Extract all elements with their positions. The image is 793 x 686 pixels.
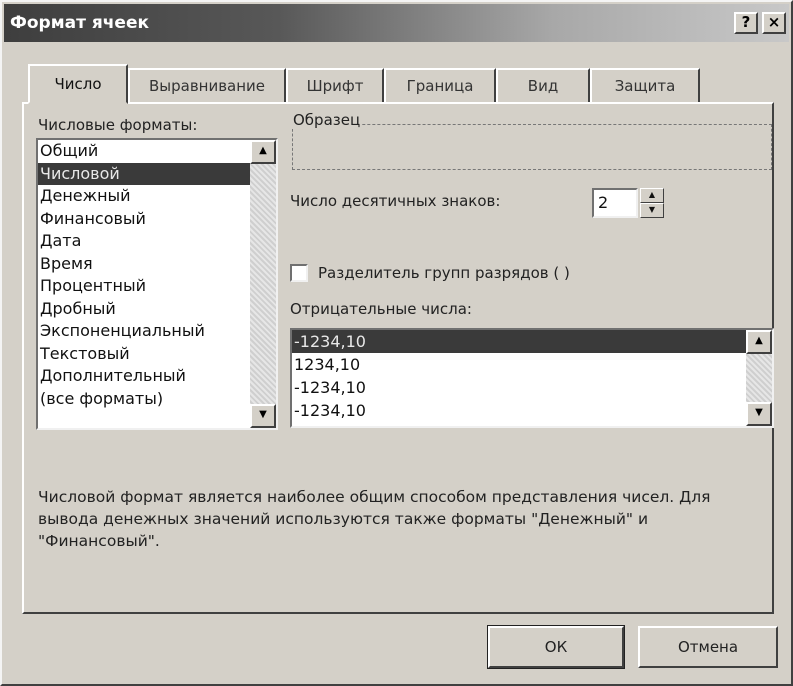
scroll-down-icon[interactable]: ▼ <box>250 404 276 428</box>
list-item[interactable]: 1234,10 <box>292 353 772 376</box>
cancel-button[interactable]: Отмена <box>638 626 778 668</box>
list-item[interactable]: -1234,10 <box>292 376 772 399</box>
ok-button[interactable]: ОК <box>487 625 625 669</box>
window-title: Формат ячеек <box>10 13 150 33</box>
decimals-input[interactable]: 2 <box>592 188 638 218</box>
sample-group: Образец <box>291 111 772 170</box>
negative-label: Отрицательные числа: <box>290 300 472 318</box>
tab-number[interactable]: Число <box>28 64 128 104</box>
negative-list[interactable]: -1234,10 1234,10 -1234,10 -1234,10 ▲ ▼ <box>290 328 774 428</box>
list-item[interactable]: Процентный <box>38 275 276 298</box>
tab-alignment[interactable]: Выравнивание <box>128 68 286 102</box>
list-item[interactable]: Числовой <box>38 162 276 185</box>
title-bar: Формат ячеек ? × <box>4 4 789 42</box>
format-description: Числовой формат является наиболее общим … <box>38 488 711 550</box>
close-button[interactable]: × <box>762 12 786 34</box>
formats-label: Числовые форматы: <box>38 116 198 134</box>
list-item[interactable]: Денежный <box>38 185 276 208</box>
tab-font[interactable]: Шрифт <box>286 68 384 102</box>
separator-checkbox[interactable] <box>290 264 308 282</box>
help-button[interactable]: ? <box>734 12 758 34</box>
list-item[interactable]: Экспоненциальный <box>38 320 276 343</box>
list-item[interactable]: Общий <box>38 140 276 163</box>
list-item[interactable]: Дата <box>38 230 276 253</box>
list-item[interactable]: Текстовый <box>38 343 276 366</box>
sample-label: Образец <box>291 111 363 129</box>
scroll-down-icon[interactable]: ▼ <box>746 402 772 426</box>
list-item[interactable]: -1234,10 <box>292 330 772 353</box>
list-item[interactable]: -1234,10 <box>292 399 772 422</box>
tab-border[interactable]: Граница <box>384 68 496 102</box>
formats-list[interactable]: Общий Числовой Денежный Финансовый Дата Время… <box>36 138 278 430</box>
negative-scrollbar[interactable]: ▲ ▼ <box>746 330 772 426</box>
spin-up-icon[interactable]: ▲ <box>640 188 664 203</box>
list-item[interactable]: Время <box>38 253 276 276</box>
list-item[interactable]: (все форматы) <box>38 388 276 411</box>
list-item[interactable]: Дополнительный <box>38 365 276 388</box>
scroll-up-icon[interactable]: ▲ <box>250 140 276 164</box>
spin-down-icon[interactable]: ▼ <box>640 203 664 218</box>
tab-protection[interactable]: Защита <box>590 68 700 102</box>
list-item[interactable]: Дробный <box>38 298 276 321</box>
separator-label[interactable]: Разделитель групп разрядов ( ) <box>318 264 570 282</box>
formats-scrollbar[interactable]: ▲ ▼ <box>250 140 276 428</box>
scroll-up-icon[interactable]: ▲ <box>746 330 772 354</box>
decimals-spinner[interactable]: ▲ ▼ <box>640 188 664 218</box>
tab-view[interactable]: Вид <box>496 68 590 102</box>
format-cells-dialog: Формат ячеек ? × Число Выравнивание Шриф… <box>0 0 793 686</box>
decimals-label: Число десятичных знаков: <box>290 192 501 210</box>
list-item[interactable]: Финансовый <box>38 208 276 231</box>
